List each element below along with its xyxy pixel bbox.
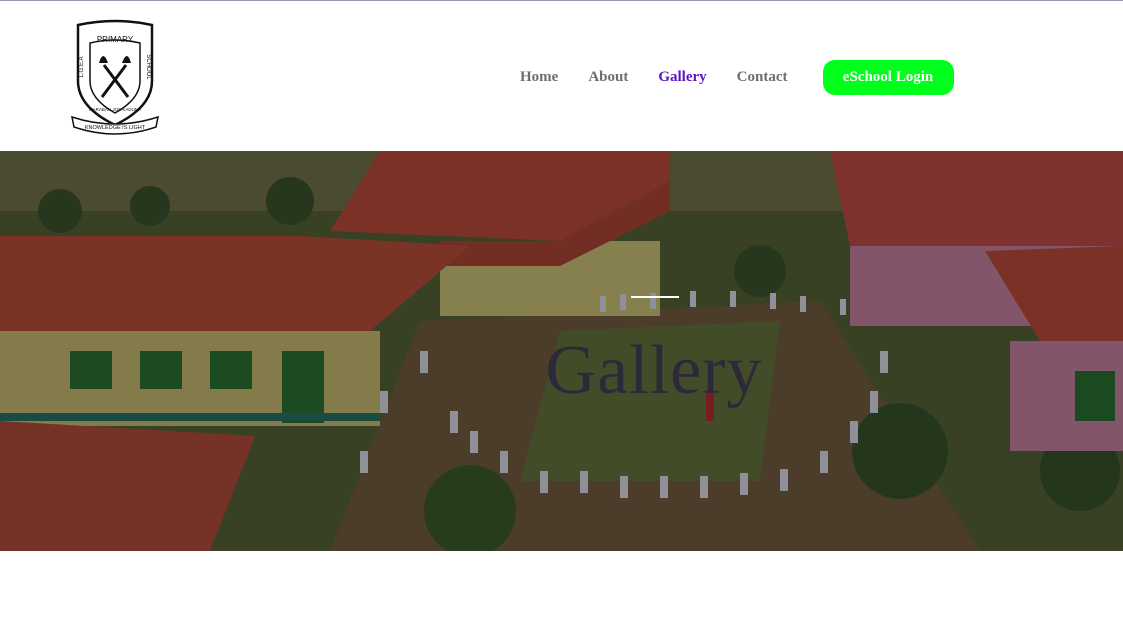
svg-text:KNOWLEDGE IS LIGHT: KNOWLEDGE IS LIGHT <box>85 125 146 131</box>
svg-text:PRIMARY: PRIMARY <box>97 35 134 44</box>
school-logo[interactable]: PRIMARY L.G.E.A SCHOOL MARABAN JOS KADUN… <box>70 19 160 137</box>
nav-home-link[interactable]: Home <box>505 69 573 86</box>
site-header: PRIMARY L.G.E.A SCHOOL MARABAN JOS KADUN… <box>0 1 1123 151</box>
nav-contact-link[interactable]: Contact <box>722 69 803 86</box>
svg-text:SCHOOL: SCHOOL <box>145 54 151 80</box>
content-area <box>0 551 1123 631</box>
main-navigation: Home About Gallery Contact eSchool Login <box>505 59 954 95</box>
page-title: Gallery <box>545 332 763 409</box>
school-crest-icon: PRIMARY L.G.E.A SCHOOL MARABAN JOS KADUN… <box>71 19 159 135</box>
hero-banner: Gallery <box>0 151 1123 551</box>
eschool-login-button[interactable]: eSchool Login <box>822 59 954 95</box>
svg-text:L.G.E.A: L.G.E.A <box>79 56 85 77</box>
title-divider <box>631 296 679 298</box>
svg-text:MARABAN JOS KADUNA: MARABAN JOS KADUNA <box>89 107 141 112</box>
nav-gallery-link[interactable]: Gallery <box>643 69 721 86</box>
nav-about-link[interactable]: About <box>573 69 643 86</box>
